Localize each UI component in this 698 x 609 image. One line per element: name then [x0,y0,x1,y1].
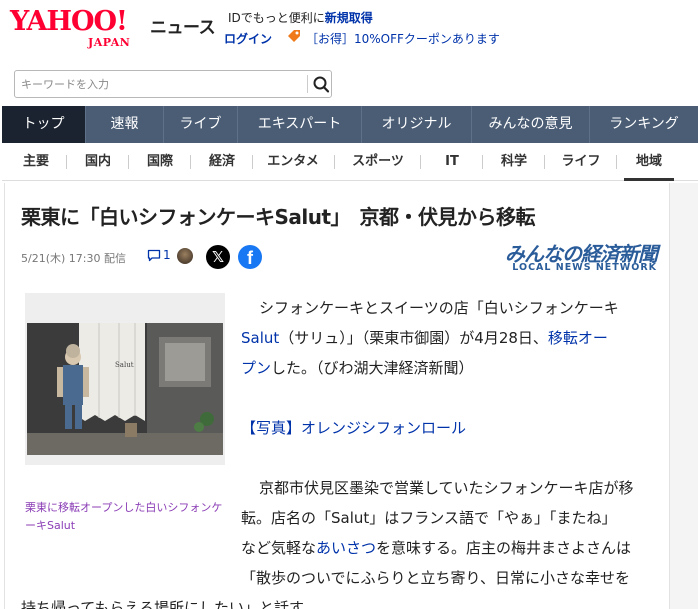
category-it[interactable]: IT [424,143,480,181]
category-nav: 主要 国内 国際 経済 エンタメ スポーツ IT 科学 ライフ 地域 [2,143,698,181]
relocation-link[interactable]: 移転オー [548,329,608,347]
search-box [14,70,332,98]
register-link[interactable]: 新規取得 [325,11,373,25]
tab-breaking[interactable]: 速報 [86,106,164,143]
category-divider [66,155,67,169]
category-sports[interactable]: スポーツ [338,143,418,181]
storefront-illustration: Salut [27,323,223,455]
body-text: 京都市伏見区墨染で営業していたシフォンケーキ店が移 [259,479,634,497]
article-photo[interactable]: Salut [25,293,225,465]
article: 栗東に「白いシフォンケーキSalut」 京都・伏見から移転 5/21(木) 17… [4,183,670,609]
body-line: 持ち帰ってもらえる場所にしたい」と話す。 [21,593,318,609]
body-text: した。（びわ湖大津経済新聞） [271,359,474,377]
tab-opinions[interactable]: みんなの意見 [472,106,590,143]
coupon-link[interactable]: ［お得］10%OFFクーポンあります [306,30,500,47]
category-divider [190,155,191,169]
category-divider [482,155,483,169]
category-divider [420,155,421,169]
category-divider [616,155,617,169]
search-input[interactable] [15,71,299,97]
id-promo-text: IDでもっと便利に [228,11,325,25]
body-line: Salut（サリュ）」（栗東市御園）が4月28日、移転オー [241,323,608,353]
article-date: 5/21(木) 17:30 配信 [21,252,126,265]
search-divider [307,75,308,93]
article-title: 栗東に「白いシフォンケーキSalut」 京都・伏見から移転 [21,205,536,229]
photo-caption[interactable]: 栗東に移転オープンした白いシフォンケーキSalut [25,499,225,535]
body-text: 「散歩のついでにふらりと立ち寄り、日常に小さな幸せを [241,569,630,587]
id-promo: IDでもっと便利に新規取得 [228,9,373,26]
body-line: シフォンケーキとスイーツの店「白いシフォンケーキ [259,293,619,323]
photo-gallery-link[interactable]: 【写真】オレンジシフォンロール [241,419,466,437]
logo-yahoo-text: YAHOO! [10,6,128,37]
body-line: 「散歩のついでにふらりと立ち寄り、日常に小さな幸せを [241,563,630,593]
greeting-link[interactable]: あいさつ [316,539,376,557]
yahoo-japan-logo[interactable]: YAHOO! JAPAN [10,6,146,52]
source-logo-sub: LOCAL NEWS NETWORK [512,262,657,273]
search-icon[interactable] [311,73,331,95]
main-nav: トップ 速報 ライブ エキスパート オリジナル みんなの意見 ランキング [2,106,698,143]
x-share-icon[interactable]: 𝕏 [206,245,230,269]
body-text: シフォンケーキとスイーツの店「白いシフォンケーキ [259,299,619,317]
body-text: （サリュ）」（栗東市御園）が4月28日、 [279,329,548,347]
shop-storefront-image: Salut [27,323,223,455]
comment-icon [147,249,161,262]
comment-count: 1 [163,248,171,262]
tab-live[interactable]: ライブ [164,106,238,143]
tab-ranking[interactable]: ランキング [590,106,698,143]
category-entertainment[interactable]: エンタメ [254,143,332,181]
category-divider [544,155,545,169]
category-main[interactable]: 主要 [8,143,64,181]
body-text: など気軽な [241,539,317,557]
category-divider [128,155,129,169]
body-text: を意味する。店主の梅井まさよさんは [376,539,632,557]
category-active-indicator [624,178,674,181]
login-link[interactable]: ログイン [224,30,272,47]
relocation-link-cont[interactable]: プン [241,359,271,377]
body-text: 持ち帰ってもらえる場所にしたい」と話す。 [21,599,318,609]
category-life[interactable]: ライフ [548,143,614,181]
body-line: など気軽なあいさつを意味する。店主の梅井まさよさんは [241,533,631,563]
side-column [670,183,698,609]
body-line: 京都市伏見区墨染で営業していたシフォンケーキ店が移 [259,473,634,503]
category-economy[interactable]: 経済 [194,143,250,181]
tab-expert[interactable]: エキスパート [238,106,362,143]
header: YAHOO! JAPAN ニュース IDでもっと便利に新規取得 ログイン ［お得… [0,0,698,60]
category-science[interactable]: 科学 [486,143,542,181]
minna-no-keizai-shinbun-logo[interactable]: みんなの経済新聞 LOCAL NEWS NETWORK [489,238,661,276]
category-divider [252,155,253,169]
category-domestic[interactable]: 国内 [70,143,126,181]
body-text: 転。店名の「Salut」はフランス語で「やぁ」「またね」 [241,509,617,527]
coupon-tag-icon [288,30,300,42]
category-international[interactable]: 国際 [132,143,188,181]
news-logo-text[interactable]: ニュース [150,13,216,38]
commenter-avatar [177,248,193,264]
salut-link[interactable]: Salut [241,329,279,347]
logo-japan-text: JAPAN [88,36,131,49]
tab-top[interactable]: トップ [2,106,86,143]
body-line: 転。店名の「Salut」はフランス語で「やぁ」「またね」 [241,503,616,533]
shop-sign-text: Salut [115,361,134,369]
facebook-share-icon[interactable]: f [238,245,262,269]
category-local[interactable]: 地域 [620,143,678,181]
tab-original[interactable]: オリジナル [362,106,472,143]
body-line: プンした。（びわ湖大津経済新聞） [241,353,474,383]
body-line: 【写真】オレンジシフォンロール [241,413,466,443]
category-divider [334,155,335,169]
